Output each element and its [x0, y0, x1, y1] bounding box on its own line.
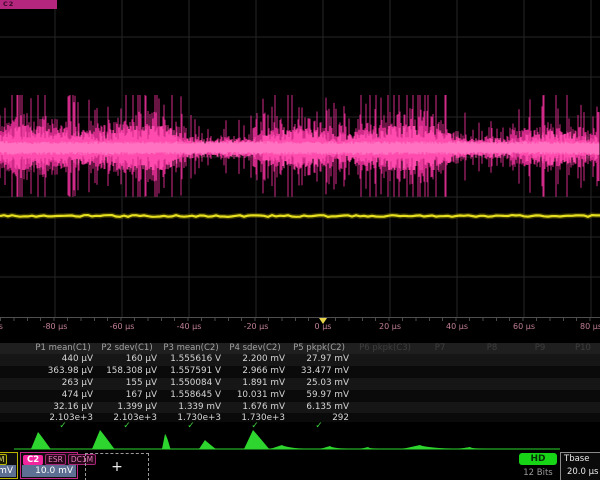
measurement-header-p4[interactable]: P4 sdev(C2) [223, 343, 287, 353]
measurement-value: 10.031 mV [223, 390, 287, 402]
timebase-label: Tbase [564, 454, 589, 464]
measurement-value: 263 µV [31, 378, 95, 390]
timebase-descriptor[interactable]: Tbase 20.0 µs [560, 452, 600, 480]
measurement-header-p3[interactable]: P3 mean(C2) [159, 343, 223, 353]
measurement-table: P1 mean(C1)440 µV363.98 µV263 µV474 µV32… [0, 343, 600, 428]
trace-descriptor-badge[interactable]: C2 [0, 0, 57, 9]
bottom-bar: C1 DC1M 10.0 mV C2 ESR DC1M 10.0 mV + HD… [0, 451, 600, 480]
histogram-strip [0, 428, 600, 452]
axis-label: -100 µs [0, 322, 3, 331]
hd-mode-badge[interactable]: HD [519, 453, 557, 465]
measurement-header-unused[interactable]: P7 [435, 343, 446, 353]
measurement-value: 167 µV [95, 390, 159, 402]
axis-tick-marks [0, 318, 600, 321]
timebase-value: 20.0 µs [567, 467, 598, 477]
measurement-value: 1.555616 V [159, 354, 223, 366]
measurement-column-p4: P4 sdev(C2)2.200 mV2.966 mV1.891 mV10.03… [223, 343, 287, 428]
measurement-value: 33.477 mV [287, 366, 351, 378]
measurement-value: 27.97 mV [287, 354, 351, 366]
measurement-column-p3: P3 mean(C2)1.555616 V1.557591 V1.550084 … [159, 343, 223, 428]
measurement-value: 1.558645 V [159, 390, 223, 402]
c2-esr-tag: ESR [45, 454, 66, 465]
c1-coupling-tag: DC1M [0, 454, 7, 465]
axis-label: 60 µs [513, 322, 535, 331]
c1-scale-value: 10.0 mV [0, 465, 16, 477]
measurement-value: 160 µV [95, 354, 159, 366]
measurement-value: 1.557591 V [159, 366, 223, 378]
histogram-canvas [0, 428, 600, 452]
measurement-header-unused[interactable]: P6 pkpk(C3) [359, 343, 411, 353]
measurement-column-p1: P1 mean(C1)440 µV363.98 µV263 µV474 µV32… [31, 343, 95, 428]
time-axis: -100 µs-80 µs-60 µs-40 µs-20 µs0 µs20 µs… [0, 317, 600, 343]
measurement-value: 440 µV [31, 354, 95, 366]
add-trace-button[interactable]: + [85, 453, 149, 480]
measurement-header-p5[interactable]: P5 pkpk(C2) [287, 343, 351, 353]
axis-label: 20 µs [379, 322, 401, 331]
measurement-header-p1[interactable]: P1 mean(C1) [31, 343, 95, 353]
measurement-value: 59.97 mV [287, 390, 351, 402]
measurement-value: 474 µV [31, 390, 95, 402]
measurement-column-p5: P5 pkpk(C2)27.97 mV33.477 mV25.03 mV59.9… [287, 343, 351, 428]
axis-label: -60 µs [110, 322, 135, 331]
measurement-value: 1.891 mV [223, 378, 287, 390]
channel-c2-descriptor[interactable]: C2 ESR DC1M 10.0 mV [20, 452, 78, 479]
measurement-value: 158.308 µV [95, 366, 159, 378]
hd-bits-label: 12 Bits [516, 468, 560, 478]
plus-icon: + [111, 459, 123, 475]
measurement-header-unused[interactable]: P10 [575, 343, 591, 353]
measurement-value: 2.200 mV [223, 354, 287, 366]
c2-label-badge: C2 [23, 455, 43, 465]
axis-label: -40 µs [177, 322, 202, 331]
channel-c1-descriptor[interactable]: C1 DC1M 10.0 mV [0, 452, 18, 479]
axis-label: 40 µs [446, 322, 468, 331]
oscilloscope-screen: C2 -100 µs-80 µs-60 µs-40 µs-20 µs0 µs20… [0, 0, 600, 480]
axis-label: -80 µs [43, 322, 68, 331]
measurement-header-unused[interactable]: P8 [487, 343, 498, 353]
measurement-header-p2[interactable]: P2 sdev(C1) [95, 343, 159, 353]
measurement-value: 2.966 mV [223, 366, 287, 378]
axis-label: 80 µs [580, 322, 600, 331]
measurement-header-unused[interactable]: P9 [535, 343, 546, 353]
waveform-canvas [0, 0, 600, 318]
measurement-value: 155 µV [95, 378, 159, 390]
axis-label: -20 µs [244, 322, 269, 331]
measurement-column-p2: P2 sdev(C1)160 µV158.308 µV155 µV167 µV1… [95, 343, 159, 428]
waveform-grid: C2 [0, 0, 600, 318]
measurement-value: 25.03 mV [287, 378, 351, 390]
c2-scale-value: 10.0 mV [22, 465, 76, 477]
measurement-value: 363.98 µV [31, 366, 95, 378]
measurement-value: 1.550084 V [159, 378, 223, 390]
trigger-position-icon[interactable] [319, 318, 327, 324]
